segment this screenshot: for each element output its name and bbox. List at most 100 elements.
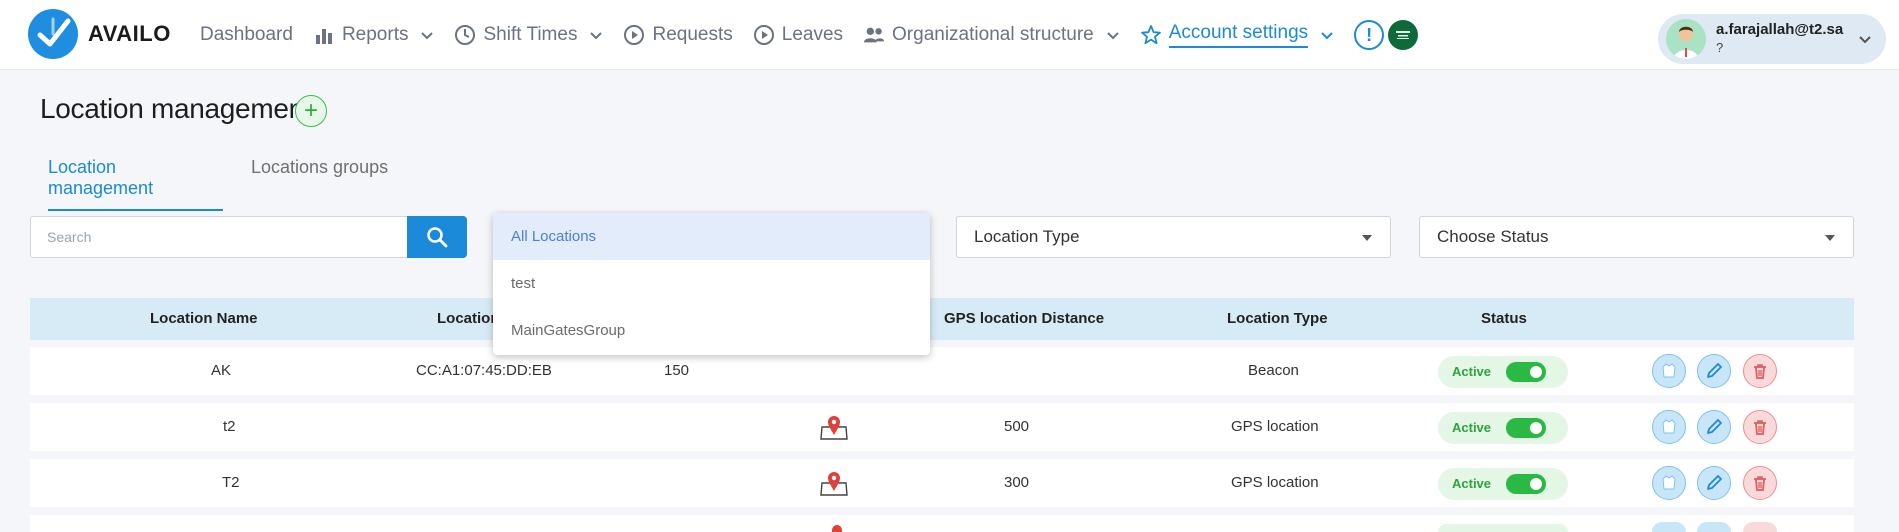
table-row: AK CC:A1:07:45:DD:EB 150 Beacon Active bbox=[30, 347, 1854, 395]
cell-gps-distance: 300 bbox=[1004, 474, 1030, 491]
nav-shift-times[interactable]: Shift Times bbox=[454, 24, 603, 46]
cell-location-type: GPS location bbox=[1231, 418, 1319, 435]
add-location-button[interactable]: + bbox=[295, 95, 327, 127]
nav-requests-label: Requests bbox=[652, 24, 733, 45]
tab-locations-groups[interactable]: Locations groups bbox=[251, 157, 388, 178]
caret-down-icon bbox=[1362, 235, 1372, 241]
nav-reports[interactable]: Reports bbox=[313, 24, 435, 46]
chevron-down-icon bbox=[589, 28, 603, 42]
user-email: a.farajallah@t2.sa bbox=[1716, 21, 1844, 38]
nav-shift-times-label: Shift Times bbox=[483, 24, 578, 45]
column-header-location-name: Location Name bbox=[150, 310, 258, 327]
status-badge: Active bbox=[1438, 468, 1568, 500]
status-toggle[interactable] bbox=[1506, 418, 1546, 438]
chevron-down-icon bbox=[1106, 28, 1120, 42]
people-icon bbox=[863, 24, 885, 46]
logo-clock-icon bbox=[28, 9, 78, 59]
beacon-button[interactable] bbox=[1652, 354, 1686, 388]
cell-location-type: GPS location bbox=[1231, 474, 1319, 491]
pencil-icon bbox=[1707, 363, 1722, 378]
edit-button[interactable] bbox=[1697, 354, 1731, 388]
map-pin-icon[interactable] bbox=[832, 525, 842, 532]
bar-chart-icon bbox=[313, 24, 335, 46]
language-flag-icon[interactable] bbox=[1388, 20, 1419, 50]
beacon-button[interactable] bbox=[1652, 410, 1686, 444]
trash-icon bbox=[1754, 364, 1766, 379]
nav-leaves[interactable]: Leaves bbox=[753, 24, 843, 46]
cell-location-name: AK bbox=[211, 362, 232, 379]
status-text: Active bbox=[1452, 420, 1492, 435]
cell-range: 150 bbox=[664, 362, 690, 379]
caret-down-icon bbox=[1825, 235, 1835, 241]
beacon-button[interactable] bbox=[1652, 466, 1686, 500]
edit-button[interactable] bbox=[1697, 466, 1731, 500]
nav-organizational-structure[interactable]: Organizational structure bbox=[863, 24, 1120, 46]
status-badge: Active bbox=[1438, 356, 1568, 388]
status-text: Active bbox=[1452, 364, 1492, 379]
nav-reports-label: Reports bbox=[341, 24, 409, 45]
status-placeholder: Choose Status bbox=[1437, 227, 1549, 246]
alert-icon[interactable]: ! bbox=[1354, 20, 1385, 50]
search-icon bbox=[427, 227, 448, 248]
location-group-dropdown[interactable]: All Locations test MainGatesGroup bbox=[493, 213, 930, 355]
table-row bbox=[30, 515, 1854, 532]
search-input[interactable] bbox=[30, 216, 408, 258]
status-toggle[interactable] bbox=[1506, 474, 1546, 494]
delete-button[interactable] bbox=[1743, 354, 1777, 388]
nav-organizational-structure-label: Organizational structure bbox=[892, 24, 1094, 45]
column-header-location: Location bbox=[437, 310, 500, 327]
nav-account-settings[interactable]: Account settings bbox=[1140, 22, 1334, 48]
edit-button[interactable] bbox=[1697, 410, 1731, 444]
pencil-icon bbox=[1707, 475, 1722, 490]
status-toggle[interactable] bbox=[1506, 362, 1546, 382]
play-circle-icon bbox=[753, 24, 775, 46]
pencil-icon bbox=[1707, 419, 1722, 434]
chevron-down-icon bbox=[1320, 28, 1334, 42]
status-badge bbox=[1438, 524, 1568, 532]
beacon-icon bbox=[1662, 419, 1676, 434]
nav-dashboard[interactable]: Dashboard bbox=[200, 24, 293, 46]
beacon-icon bbox=[1662, 475, 1676, 490]
status-select[interactable]: Choose Status bbox=[1419, 216, 1854, 258]
clock-icon bbox=[454, 24, 476, 46]
app-logo[interactable]: AVAILO bbox=[28, 9, 171, 59]
delete-button[interactable] bbox=[1743, 522, 1777, 532]
table-row: T2 300 GPS location Active bbox=[30, 459, 1854, 507]
user-subtitle: ? bbox=[1716, 40, 1724, 55]
map-pin-icon[interactable] bbox=[819, 469, 849, 497]
chevron-down-icon bbox=[1858, 32, 1872, 51]
chevron-down-icon bbox=[420, 28, 434, 42]
column-header-status: Status bbox=[1481, 310, 1527, 327]
column-header-location-type: Location Type bbox=[1227, 310, 1328, 327]
trash-icon bbox=[1754, 420, 1766, 435]
play-circle-icon bbox=[623, 24, 645, 46]
search-button[interactable] bbox=[407, 216, 467, 258]
delete-button[interactable] bbox=[1743, 466, 1777, 500]
dropdown-option-all-locations[interactable]: All Locations bbox=[493, 213, 930, 260]
location-type-select[interactable]: Location Type bbox=[956, 216, 1391, 258]
top-navbar: AVAILO Dashboard Reports Shift Times Req… bbox=[0, 0, 1899, 70]
user-menu[interactable]: a.farajallah@t2.sa ? bbox=[1658, 14, 1886, 64]
dropdown-option-maingatesgroup[interactable]: MainGatesGroup bbox=[493, 307, 930, 354]
app-name: AVAILO bbox=[88, 21, 171, 46]
column-header-gps-distance: GPS location Distance bbox=[944, 310, 1105, 327]
tab-location-management[interactable]: Location management bbox=[48, 157, 223, 211]
user-info: a.farajallah@t2.sa ? bbox=[1716, 21, 1843, 57]
nav-leaves-label: Leaves bbox=[781, 24, 844, 45]
star-icon bbox=[1140, 24, 1162, 46]
delete-button[interactable] bbox=[1743, 410, 1777, 444]
cell-location-name: t2 bbox=[223, 418, 236, 435]
main-nav: Dashboard Reports Shift Times Requests L… bbox=[200, 0, 1419, 70]
table-row: t2 500 GPS location Active bbox=[30, 403, 1854, 451]
nav-requests[interactable]: Requests bbox=[623, 24, 733, 46]
location-type-placeholder: Location Type bbox=[974, 227, 1080, 246]
edit-button[interactable] bbox=[1697, 522, 1731, 532]
beacon-button[interactable] bbox=[1652, 522, 1686, 532]
cell-mac-address: CC:A1:07:45:DD:EB bbox=[416, 362, 552, 379]
nav-account-settings-label: Account settings bbox=[1168, 22, 1309, 48]
nav-dashboard-label: Dashboard bbox=[200, 24, 293, 45]
beacon-icon bbox=[1662, 363, 1676, 378]
map-pin-icon[interactable] bbox=[819, 413, 849, 441]
dropdown-option-test[interactable]: test bbox=[493, 260, 930, 307]
status-badge: Active bbox=[1438, 412, 1568, 444]
